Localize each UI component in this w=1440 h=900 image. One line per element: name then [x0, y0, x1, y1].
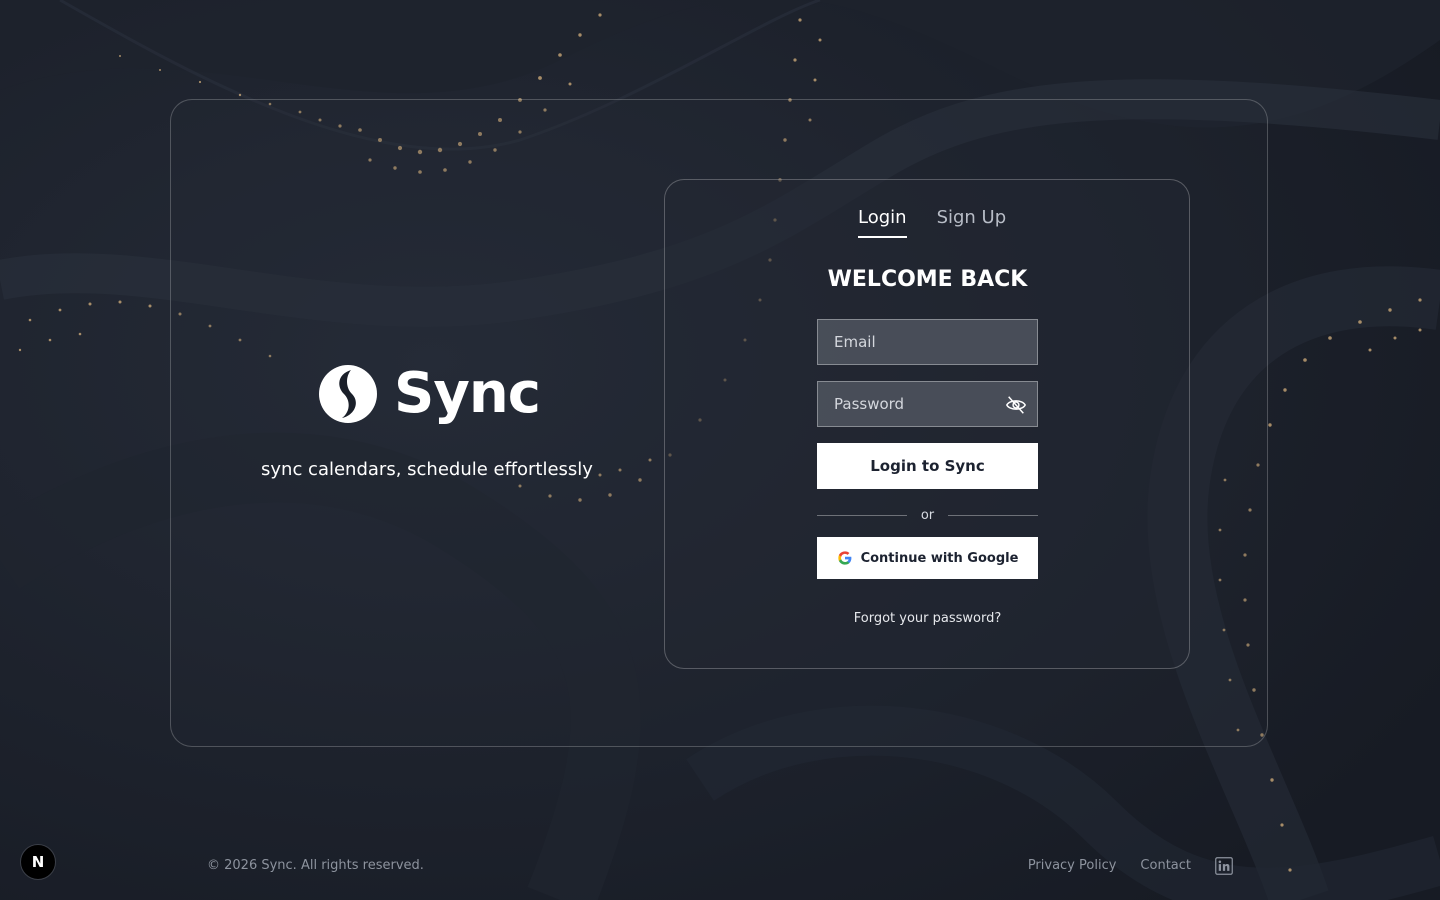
footer-links: Privacy Policy Contact — [1004, 854, 1233, 878]
brand-lockup: Sync — [318, 361, 541, 426]
welcome-heading: WELCOME BACK — [827, 267, 1028, 292]
linkedin-icon[interactable] — [1215, 857, 1233, 875]
login-button[interactable]: Login to Sync — [817, 443, 1038, 489]
brand-name: Sync — [394, 361, 541, 426]
privacy-policy-link[interactable]: Privacy Policy — [1028, 854, 1117, 878]
tab-login[interactable]: Login — [858, 204, 907, 238]
google-button-label: Continue with Google — [860, 550, 1019, 566]
or-divider: or — [817, 505, 1038, 525]
tab-sign-up[interactable]: Sign Up — [937, 204, 1007, 238]
divider-line — [817, 514, 907, 516]
footer-copyright: © 2026 Sync. All rights reserved. — [207, 858, 424, 873]
auth-tabs: Login Sign Up — [858, 204, 1036, 238]
google-icon — [837, 551, 851, 565]
password-field-container — [817, 381, 1038, 427]
google-sign-in-button[interactable]: Continue with Google — [817, 537, 1038, 579]
email-field[interactable] — [818, 320, 1037, 364]
sync-logo-icon — [319, 365, 377, 423]
divider-line — [948, 514, 1038, 516]
email-field-container — [817, 319, 1038, 365]
divider-text: or — [920, 507, 935, 523]
brand-tagline: sync calendars, schedule effortlessly — [261, 459, 593, 480]
contact-link[interactable]: Contact — [1140, 854, 1191, 878]
eye-off-icon[interactable] — [1005, 394, 1027, 416]
forgot-password-link[interactable]: Forgot your password? — [817, 609, 1038, 629]
nextjs-icon[interactable]: N — [20, 844, 56, 880]
